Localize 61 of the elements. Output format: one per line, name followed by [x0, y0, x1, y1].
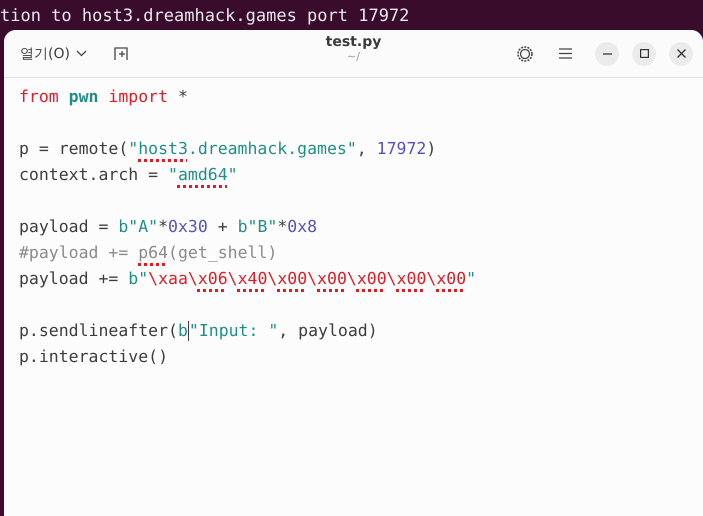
misspelled-code-text: amd64	[178, 164, 228, 186]
open-button[interactable]: 열기(O)	[14, 40, 93, 66]
code-text: from	[19, 86, 60, 108]
code-text: .dreamhack.games"	[188, 138, 357, 160]
code-text: *	[176, 86, 188, 108]
code-text: )	[426, 138, 436, 160]
code-text: context.arch =	[19, 164, 160, 186]
misspelled-code-text: p64	[138, 242, 168, 264]
code-text: "	[168, 164, 178, 186]
code-text: "	[228, 164, 238, 186]
code-text: "	[128, 138, 138, 160]
code-text: import	[107, 86, 168, 108]
misspelled-code-text: x00	[396, 268, 426, 290]
code-text: , payload)	[278, 320, 378, 342]
chevron-down-icon	[76, 50, 87, 57]
code-text: "	[466, 268, 476, 290]
code-text: payload +=	[19, 268, 120, 290]
code-text: \	[267, 268, 278, 290]
code-text: "Input: "	[188, 320, 278, 342]
code-text: pwn	[68, 86, 98, 108]
misspelled-code-text: x00	[356, 268, 387, 290]
code-text: 17972	[376, 138, 426, 160]
code-text: #payload +=	[19, 242, 130, 264]
misspelled-code-text: x00	[317, 268, 347, 290]
code-text: \	[307, 268, 318, 290]
code-text: \	[228, 268, 238, 290]
code-text: 0x30	[168, 216, 208, 238]
close-button[interactable]	[669, 42, 693, 66]
code-text: *	[158, 216, 168, 238]
file-path: ~/	[347, 50, 360, 63]
code-text: \	[386, 268, 397, 290]
code-text: b"B"	[238, 216, 278, 238]
code-text: p.interactive()	[19, 346, 168, 368]
code-text: payload =	[19, 216, 110, 238]
misspelled-code-text: x06	[198, 268, 228, 290]
code-text: \xaa\	[148, 268, 198, 290]
code-text: p = remote(	[19, 138, 128, 160]
maximize-icon	[640, 49, 648, 58]
terminal-output-line: tion to host3.dreamhack.games port 17972	[0, 5, 410, 28]
misspelled-code-text: x00	[436, 268, 466, 290]
settings-icon	[516, 44, 534, 62]
close-icon	[676, 49, 686, 58]
code-text: 0x8	[287, 216, 318, 238]
code-text: b	[178, 320, 188, 342]
misspelled-code-text: host3	[138, 138, 188, 160]
code-text: \	[346, 268, 357, 290]
maximize-button[interactable]	[632, 42, 656, 66]
code-text: ,	[356, 138, 368, 160]
code-text: \	[426, 268, 436, 290]
code-text: +	[216, 216, 229, 238]
misspelled-code-text: x00	[277, 268, 308, 290]
code-text: b"	[128, 268, 148, 290]
code-text: p.sendlineafter(	[19, 320, 178, 342]
code-text: b"A"	[118, 216, 158, 238]
misspelled-code-text: x40	[238, 268, 268, 290]
window-title: test.py	[326, 34, 382, 50]
minimize-icon	[602, 52, 612, 54]
new-tab-icon	[114, 46, 130, 60]
code-text: (get_shell)	[168, 242, 278, 264]
code-text: *	[277, 216, 288, 238]
menu-icon	[558, 48, 572, 59]
